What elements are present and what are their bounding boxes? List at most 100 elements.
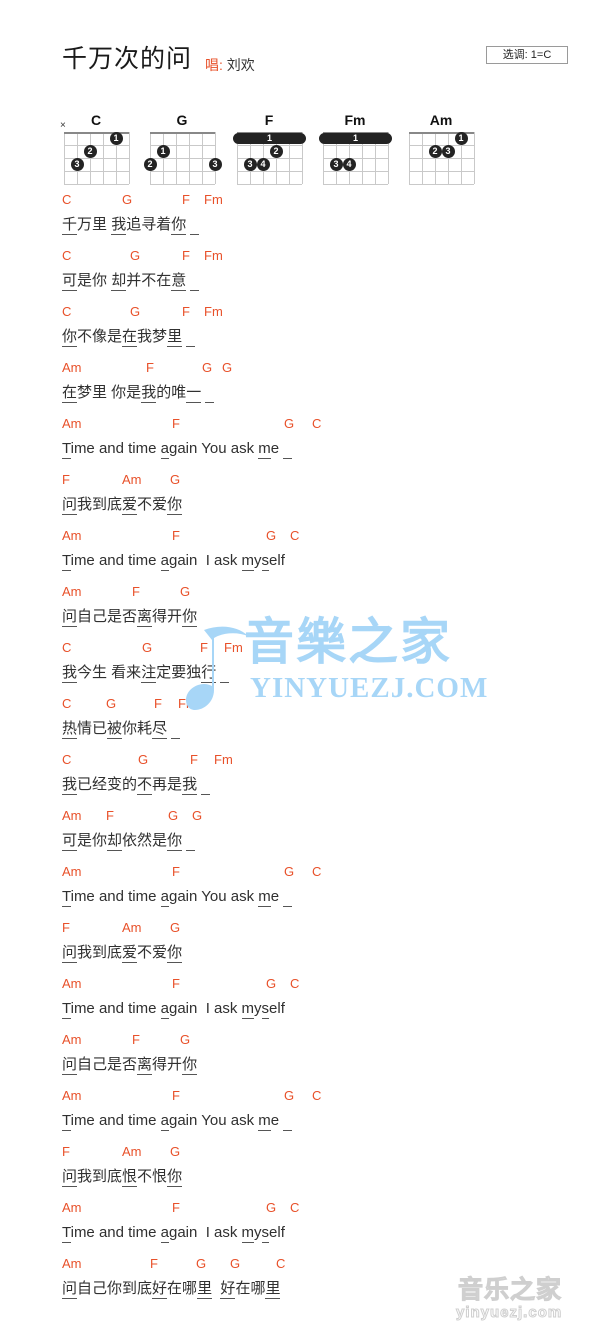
verse-block: Am F G 问自己是否离得开你 [62, 582, 582, 638]
lyric-chord-anchor: 却 [107, 832, 123, 851]
chord-line: F Am G [62, 470, 582, 492]
chord-line: F Am G [62, 1142, 582, 1164]
chord-label: G [284, 864, 295, 879]
lyric-text: 不恨 [137, 1168, 168, 1185]
lyric-chord-anchor [283, 440, 292, 459]
lyric-chord-anchor: 里 [167, 328, 183, 347]
lyric-chord-anchor [186, 832, 195, 851]
chord-label: C [290, 528, 300, 543]
lyric-text: elf [269, 552, 285, 569]
chord-label: F [182, 248, 190, 263]
lyric-chord-anchor [205, 384, 214, 403]
verse-block: Am F G G C 问自己你到底好在哪里 好在哪里 [62, 1254, 582, 1310]
chord-diagram-name: Am [429, 112, 453, 128]
finger-dot: 4 [256, 158, 270, 171]
fret-line [409, 145, 474, 146]
chord-label: G [130, 248, 141, 263]
lyric-text: 是你 [77, 832, 108, 849]
chord-label: F [154, 696, 162, 711]
lyric-line: Time and time again I ask myself [62, 996, 582, 1026]
fret-line [323, 171, 388, 172]
lyric-text: 我到底 [77, 496, 123, 513]
chord-label: C [290, 976, 300, 991]
lyric-text: 自己是否 [77, 608, 138, 625]
chord-diagram-f: F 1234 [225, 112, 313, 196]
chord-label: Am [62, 1256, 82, 1271]
chord-label: C [290, 1200, 300, 1215]
chord-line: Am F G C [62, 862, 582, 884]
lyric-chord-anchor: 你 [167, 1168, 183, 1187]
lyric-chord-anchor: m [241, 552, 255, 571]
chord-fretboard: × 1 2 3 [60, 121, 130, 185]
lyric-chord-anchor: 你 [167, 832, 183, 851]
lyric-chord-anchor: 不 [137, 776, 153, 795]
chord-label: F [172, 416, 180, 431]
chord-label: F [106, 808, 114, 823]
chord-label: G [266, 1200, 277, 1215]
chord-line: Am F G C [62, 526, 582, 548]
chord-line: C G F Fm [62, 638, 582, 660]
chord-label: G [284, 1088, 295, 1103]
chord-label: C [312, 1088, 322, 1103]
lyric-line: Time and time again You ask me [62, 884, 582, 914]
song-body: C G F Fm 千万里 我追寻着你 C G F Fm 可是你 却并不在意 C G F Fm 你不像是在… [62, 190, 582, 1310]
verse-block: Am F G C Time and time again I ask myself [62, 1198, 582, 1254]
chord-label: C [276, 1256, 286, 1271]
chord-label: F [132, 584, 140, 599]
finger-dot: 2 [143, 158, 157, 171]
lyric-chord-anchor [171, 720, 180, 739]
chord-label: F [132, 1032, 140, 1047]
lyric-line: 问我到底恨不恨你 [62, 1164, 582, 1194]
lyric-chord-anchor: s [261, 1224, 270, 1243]
singer-credit: 唱: 刘欢 [205, 56, 255, 74]
lyric-text: gain I ask [169, 1000, 242, 1017]
lyric-chord-anchor [190, 272, 199, 291]
lyric-line: Time and time again You ask me [62, 1108, 582, 1138]
lyric-chord-anchor: 问 [62, 1056, 78, 1075]
chord-line: C G F Fm [62, 190, 582, 212]
chord-line: C G F Fm [62, 246, 582, 268]
lyric-text: ime and time [70, 552, 161, 569]
lyric-chord-anchor: 问 [62, 1280, 78, 1299]
verse-block: C G F Fm 可是你 却并不在意 [62, 246, 582, 302]
lyric-text: 我到底 [77, 1168, 123, 1185]
chord-line: Am F G C [62, 1198, 582, 1220]
string-line [129, 132, 130, 184]
chord-label: C [62, 248, 72, 263]
lyric-chord-anchor: a [160, 440, 169, 459]
lyric-chord-anchor: s [261, 1000, 270, 1019]
lyric-text: ime and time [70, 1112, 161, 1129]
lyric-text: 我到底 [77, 944, 123, 961]
sheet-header: 千万次的问 唱: 刘欢 选调: 1=C [0, 0, 616, 100]
lyric-chord-anchor: 热 [62, 720, 78, 739]
verse-block: Am F G C Time and time again You ask me [62, 1086, 582, 1142]
chord-label: F [62, 920, 70, 935]
lyric-text: 再是 [152, 776, 183, 793]
lyric-text: y [254, 552, 262, 569]
lyric-text: 万里 [77, 216, 112, 233]
lyric-text: y [254, 1224, 262, 1241]
chord-label: G [170, 1144, 181, 1159]
chord-label: Am [122, 1144, 142, 1159]
lyric-chord-anchor: a [160, 1224, 169, 1243]
lyric-text: ime and time [70, 1224, 161, 1241]
lyric-chord-anchor: T [62, 1000, 71, 1019]
chord-label: Fm [204, 304, 223, 319]
chord-label: G [138, 752, 149, 767]
chord-line: C G F Fm [62, 302, 582, 324]
verse-block: C G F Fm 我今生 看来注定要独行 [62, 638, 582, 694]
chord-line: F Am G [62, 918, 582, 940]
fret-line [64, 171, 129, 172]
chord-label: Am [62, 1200, 82, 1215]
fret-line [237, 145, 302, 146]
chord-line: Am F G G [62, 806, 582, 828]
lyric-text: gain You ask [169, 440, 259, 457]
chord-label: C [62, 640, 72, 655]
lyric-text: e [270, 440, 284, 457]
barre-marker: 1 [319, 133, 392, 144]
lyric-line: 问我到底爱不爱你 [62, 492, 582, 522]
chord-label: Am [62, 976, 82, 991]
chord-label: G [142, 640, 153, 655]
lyric-text: y [254, 1000, 262, 1017]
chord-line: C G F Fm [62, 750, 582, 772]
